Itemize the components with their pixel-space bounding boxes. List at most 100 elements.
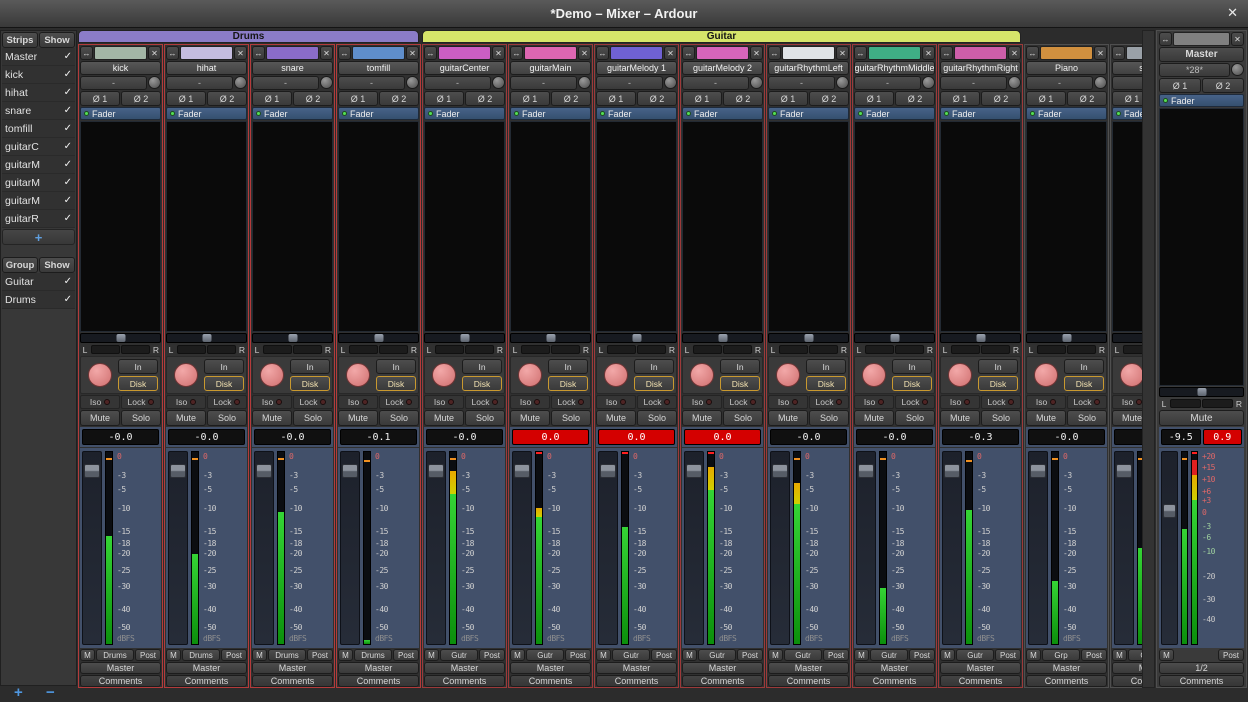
pan-slider[interactable] — [1159, 387, 1244, 397]
trim-knob[interactable] — [578, 76, 591, 89]
close-strip-button[interactable]: ✕ — [922, 46, 935, 60]
fader-processor-entry[interactable]: Fader — [940, 107, 1021, 120]
pan-slider[interactable] — [80, 333, 161, 343]
track-name-button[interactable]: guitarMelody 2 — [682, 61, 763, 75]
trim-display[interactable]: - — [682, 76, 749, 90]
group-button[interactable]: Drums — [268, 649, 306, 661]
phase-2-button[interactable]: Ø 2 — [723, 91, 763, 106]
processor-box[interactable] — [768, 121, 849, 332]
solo-lock-button[interactable]: Lock — [379, 395, 419, 409]
processor-box[interactable] — [1026, 121, 1107, 332]
peak-display[interactable]: -0.3 — [942, 429, 1019, 445]
solo-lock-button[interactable]: Lock — [207, 395, 247, 409]
pan-handle[interactable] — [1062, 334, 1071, 342]
trim-display[interactable]: - — [854, 76, 921, 90]
phase-2-button[interactable]: Ø 2 — [465, 91, 505, 106]
gain-fader[interactable] — [942, 451, 962, 645]
gain-fader[interactable] — [168, 451, 188, 645]
checkmark-icon[interactable]: ✓ — [64, 276, 72, 287]
monitor-input-button[interactable]: In — [720, 359, 760, 374]
fader-handle[interactable] — [170, 464, 186, 478]
comments-button[interactable]: Comments — [510, 675, 591, 687]
solo-lock-button[interactable]: Lock — [637, 395, 677, 409]
shrink-strip-button[interactable]: ↔ — [682, 46, 695, 60]
solo-button[interactable]: Solo — [895, 410, 935, 426]
add-strip-button[interactable]: + — [2, 229, 75, 245]
output-button[interactable]: Master — [1112, 662, 1142, 674]
shrink-strip-button[interactable]: ↔ — [596, 46, 609, 60]
pan-slider[interactable] — [166, 333, 247, 343]
phase-1-button[interactable]: Ø 1 — [1026, 91, 1066, 106]
sidebar-row[interactable]: guitarR ✓ — [2, 210, 75, 228]
output-button[interactable]: Master — [940, 662, 1021, 674]
output-button[interactable]: Master — [424, 662, 505, 674]
phase-1-button[interactable]: Ø 1 — [166, 91, 206, 106]
phase-2-button[interactable]: Ø 2 — [293, 91, 333, 106]
sidebar-row[interactable]: Master ✓ — [2, 48, 75, 66]
metering-point-button[interactable]: M — [80, 649, 95, 661]
output-button[interactable]: Master — [252, 662, 333, 674]
meter-position-button[interactable]: Post — [565, 649, 591, 661]
monitor-disk-button[interactable]: Disk — [1064, 376, 1104, 391]
fader-processor-entry[interactable]: Fader — [854, 107, 935, 120]
group-button[interactable]: Gutr — [956, 649, 994, 661]
monitor-disk-button[interactable]: Disk — [634, 376, 674, 391]
metering-point-button[interactable]: M — [252, 649, 267, 661]
solo-button[interactable]: Solo — [465, 410, 505, 426]
trim-knob[interactable] — [1094, 76, 1107, 89]
solo-isolate-button[interactable]: Iso — [510, 395, 550, 409]
fader-processor-entry[interactable]: Fader — [252, 107, 333, 120]
processor-box[interactable] — [1159, 108, 1244, 386]
trim-display[interactable]: - — [166, 76, 233, 90]
output-button[interactable]: Master — [682, 662, 763, 674]
track-name-button[interactable]: guitarRhythmLeft — [768, 61, 849, 75]
metering-point-button[interactable]: M — [166, 649, 181, 661]
monitor-input-button[interactable]: In — [634, 359, 674, 374]
metering-point-button[interactable]: M — [854, 649, 869, 661]
phase-2-button[interactable]: Ø 2 — [637, 91, 677, 106]
mute-button[interactable]: Mute — [768, 410, 808, 426]
peak-display[interactable]: -0.0 — [1114, 429, 1142, 445]
processor-box[interactable] — [940, 121, 1021, 332]
peak-display[interactable]: 0.0 — [512, 429, 589, 445]
fader-handle[interactable] — [686, 464, 702, 478]
mute-button[interactable]: Mute — [166, 410, 206, 426]
close-strip-button[interactable]: ✕ — [578, 46, 591, 60]
meter-position-button[interactable]: Post — [1081, 649, 1107, 661]
window-close-icon[interactable]: ✕ — [1227, 6, 1238, 19]
comments-button[interactable]: Comments — [80, 675, 161, 687]
mute-button[interactable]: Mute — [1026, 410, 1066, 426]
fader-processor-entry[interactable]: Fader — [1026, 107, 1107, 120]
track-color-band[interactable] — [94, 46, 147, 60]
fader-processor-entry[interactable]: Fader — [338, 107, 419, 120]
group-button[interactable]: Gutr — [870, 649, 908, 661]
sidebar-row[interactable]: Guitar ✓ — [2, 273, 75, 291]
mute-button[interactable]: Mute — [510, 410, 550, 426]
monitor-input-button[interactable]: In — [204, 359, 244, 374]
gain-fader[interactable] — [82, 451, 102, 645]
peak-display[interactable]: -0.1 — [340, 429, 417, 445]
sidebar-row[interactable]: guitarM ✓ — [2, 156, 75, 174]
phase-1-button[interactable]: Ø 1 — [338, 91, 378, 106]
processor-box[interactable] — [682, 121, 763, 332]
track-name-button[interactable]: hihat — [166, 61, 247, 75]
pan-slider[interactable] — [510, 333, 591, 343]
output-button[interactable]: Master — [768, 662, 849, 674]
meter-position-button[interactable]: Post — [1218, 649, 1244, 661]
record-enable-button[interactable] — [88, 363, 112, 387]
pan-slider[interactable] — [940, 333, 1021, 343]
peak-display[interactable]: -0.0 — [426, 429, 503, 445]
record-enable-button[interactable] — [948, 363, 972, 387]
fader-processor-entry[interactable]: Fader — [510, 107, 591, 120]
group-button[interactable]: Grp — [1128, 649, 1142, 661]
monitor-disk-button[interactable]: Disk — [806, 376, 846, 391]
solo-isolate-button[interactable]: Iso — [1026, 395, 1066, 409]
close-strip-button[interactable]: ✕ — [492, 46, 505, 60]
pan-handle[interactable] — [202, 334, 211, 342]
processor-box[interactable] — [510, 121, 591, 332]
peak-display[interactable]: -0.0 — [82, 429, 159, 445]
trim-knob[interactable] — [234, 76, 247, 89]
track-name-button[interactable]: guitarRhythmMiddle — [854, 61, 935, 75]
peak-display[interactable]: -0.0 — [856, 429, 933, 445]
record-enable-button[interactable] — [1120, 363, 1143, 387]
